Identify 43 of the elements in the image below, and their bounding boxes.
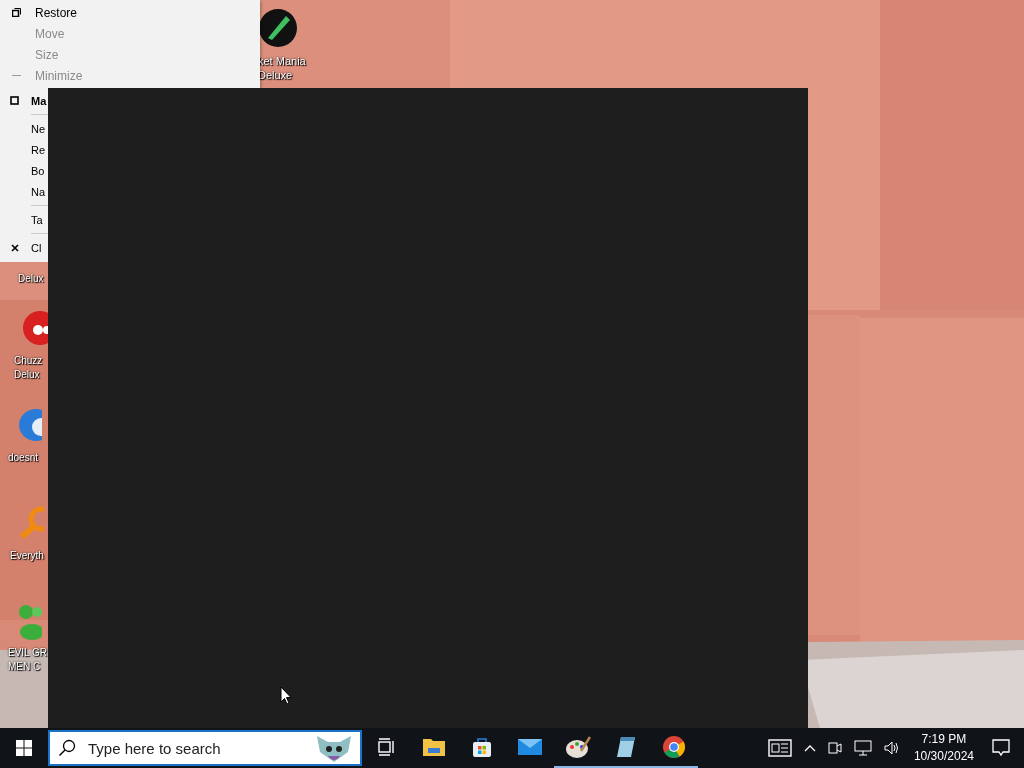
icon-label: Delux <box>14 368 40 382</box>
icon-label: Delux <box>18 272 44 286</box>
minimize-icon <box>12 74 21 77</box>
paint-palette-icon <box>565 735 591 759</box>
envelope-icon <box>517 737 543 757</box>
icon-label: ket Mania <box>258 54 306 68</box>
icon-label: Deluxe <box>258 68 293 82</box>
notification-icon[interactable] <box>992 739 1010 757</box>
chevron-up-icon[interactable] <box>803 744 816 752</box>
icon-label: Everyth <box>10 549 44 563</box>
menu-item[interactable]: Re <box>0 139 48 160</box>
icon-label: MEN C <box>8 660 41 674</box>
camera-icon[interactable] <box>827 740 842 756</box>
restore-icon <box>12 8 21 17</box>
menu-item[interactable]: Na <box>0 181 48 202</box>
menu-item[interactable]: Cl <box>0 237 48 258</box>
clock[interactable]: 7:19 PM 10/30/2024 <box>913 731 974 765</box>
maximize-icon <box>10 96 19 105</box>
icon-label: EVIL GR <box>8 646 48 660</box>
speaker-icon[interactable] <box>883 740 900 756</box>
clock-date: 10/30/2024 <box>913 748 974 765</box>
shopping-bag-icon <box>471 736 493 758</box>
menu-item[interactable]: Ma <box>0 90 48 111</box>
folder-icon <box>422 737 446 757</box>
search-field[interactable]: Type here to search <box>48 730 362 766</box>
mouse-cursor-icon <box>280 686 292 705</box>
search-input[interactable]: Type here to search <box>86 738 304 758</box>
windows-start-icon[interactable] <box>16 740 32 756</box>
menu-item[interactable]: Ne <box>0 118 48 139</box>
search-icon <box>58 739 76 757</box>
network-icon[interactable] <box>853 740 872 756</box>
clock-time: 7:19 PM <box>921 731 967 748</box>
chrome-icon <box>662 735 686 759</box>
news-icon[interactable] <box>767 739 792 757</box>
icon-label: doesnt <box>8 451 39 465</box>
notepad-icon <box>615 735 637 759</box>
menu-item[interactable]: Ta <box>0 209 48 230</box>
icon-label: Chuzz <box>14 354 43 368</box>
close-icon <box>10 243 19 252</box>
rocket-icon[interactable] <box>258 8 298 48</box>
menu-item[interactable]: Restore <box>0 2 260 23</box>
menu-item[interactable]: Bo <box>0 160 48 181</box>
task-view-icon <box>377 738 395 756</box>
